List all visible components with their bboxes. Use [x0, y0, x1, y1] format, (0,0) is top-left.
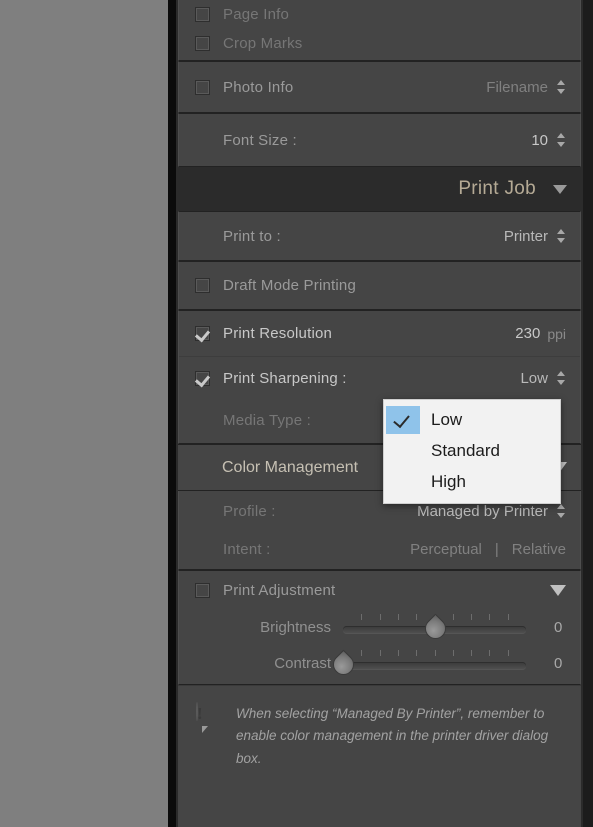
warning-exclamation-icon	[196, 702, 223, 733]
row-font-size[interactable]: Font Size : 10	[179, 114, 580, 166]
profile-value[interactable]: Managed by Printer	[417, 503, 548, 520]
dropdown-option-label: Standard	[431, 440, 500, 460]
contrast-value: 0	[554, 654, 563, 672]
check-placeholder	[386, 437, 420, 465]
crop-marks-label: Crop Marks	[223, 34, 303, 52]
dropdown-option-low[interactable]: Low	[384, 404, 560, 435]
photo-info-group: Photo Info Filename	[178, 61, 581, 113]
draft-mode-group: Draft Mode Printing	[178, 261, 581, 310]
print-job-title: Print Job	[458, 178, 536, 199]
intent-option-perceptual[interactable]: Perceptual	[410, 541, 482, 558]
page-info-checkbox[interactable]	[195, 6, 210, 22]
dropdown-option-high[interactable]: High	[384, 466, 560, 497]
photo-info-checkbox[interactable]	[195, 79, 210, 95]
print-sharpening-checkbox[interactable]	[195, 370, 210, 386]
window-right-edge	[583, 0, 593, 827]
brightness-label: Brightness	[260, 618, 331, 636]
row-intent[interactable]: Intent : Perceptual | Relative	[179, 531, 580, 568]
slider-track[interactable]	[343, 662, 526, 669]
font-size-value[interactable]: 10	[531, 132, 548, 149]
intent-option-relative[interactable]: Relative	[512, 541, 566, 558]
note-line-1: When selecting “Managed By Printer”, rem…	[236, 706, 545, 721]
slider-row-brightness: Brightness 0	[179, 609, 580, 645]
draft-mode-checkbox[interactable]	[195, 278, 210, 293]
contrast-label: Contrast	[274, 654, 331, 672]
intent-separator: |	[494, 541, 499, 558]
brightness-slider[interactable]	[343, 613, 526, 644]
print-sharpening-value[interactable]: Low	[520, 370, 548, 387]
triangle-down-icon[interactable]	[553, 184, 567, 194]
updown-stepper-icon[interactable]	[557, 78, 566, 96]
page-options-group: Page Info Crop Marks	[178, 0, 581, 61]
print-module-screen: Page Info Crop Marks Photo Info Filename…	[0, 0, 593, 827]
row-print-to[interactable]: Print to : Printer	[179, 212, 580, 260]
media-type-label: Media Type :	[223, 411, 312, 429]
updown-stepper-icon[interactable]	[557, 369, 566, 387]
updown-stepper-icon[interactable]	[557, 502, 566, 520]
check-placeholder	[386, 468, 420, 496]
slider-row-contrast: Contrast 0	[179, 645, 580, 681]
slider-ticks	[343, 650, 526, 658]
row-crop-marks[interactable]: Crop Marks	[179, 28, 580, 58]
print-to-value[interactable]: Printer	[504, 228, 548, 245]
check-icon	[386, 405, 420, 434]
font-size-group: Font Size : 10	[178, 113, 581, 167]
dropdown-option-standard[interactable]: Standard	[384, 435, 560, 466]
crop-marks-checkbox[interactable]	[195, 35, 210, 51]
row-page-info[interactable]: Page Info	[179, 0, 580, 28]
brightness-value: 0	[554, 618, 563, 636]
updown-stepper-icon[interactable]	[557, 227, 566, 245]
photo-info-value[interactable]: Filename	[486, 79, 548, 96]
contrast-slider[interactable]	[328, 649, 526, 680]
row-photo-info[interactable]: Photo Info Filename	[179, 62, 580, 112]
dropdown-option-label: Low	[431, 409, 463, 429]
row-print-resolution[interactable]: Print Resolution 230 ppi	[179, 311, 580, 356]
print-sharpening-label: Print Sharpening :	[223, 369, 347, 387]
updown-stepper-icon[interactable]	[557, 131, 566, 149]
row-print-adjustment[interactable]: Print Adjustment	[179, 571, 580, 609]
note-line-2: enable color management in the printer d…	[236, 728, 549, 766]
print-resolution-checkbox[interactable]	[195, 326, 210, 341]
print-resolution-value[interactable]: 230	[515, 325, 540, 342]
print-to-group: Print to : Printer	[178, 211, 581, 261]
panel-filler	[178, 800, 581, 827]
intent-label: Intent :	[223, 541, 271, 558]
photo-info-label: Photo Info	[223, 78, 294, 96]
print-job-section-header[interactable]: Print Job	[176, 167, 583, 211]
print-adjustment-label: Print Adjustment	[223, 581, 336, 599]
print-to-label: Print to :	[223, 227, 281, 245]
note-text: When selecting “Managed By Printer”, rem…	[236, 703, 561, 780]
row-print-sharpening[interactable]: Print Sharpening : Low	[179, 356, 580, 399]
print-adjustment-group: Print Adjustment Brightness 0 Contrast 0	[178, 570, 581, 685]
page-info-label: Page Info	[223, 5, 290, 23]
triangle-down-icon[interactable]	[550, 584, 566, 596]
panel-divider[interactable]	[168, 0, 176, 827]
printer-warning-note: When selecting “Managed By Printer”, rem…	[178, 685, 581, 800]
color-management-title: Color Management	[222, 458, 359, 476]
print-resolution-label: Print Resolution	[223, 325, 333, 342]
dropdown-option-label: High	[431, 471, 466, 491]
print-resolution-unit: ppi	[547, 325, 566, 342]
row-draft-mode[interactable]: Draft Mode Printing	[179, 262, 580, 309]
sharpening-dropdown-menu[interactable]: Low Standard High	[383, 399, 561, 504]
profile-label: Profile :	[223, 502, 276, 520]
font-size-label: Font Size :	[223, 131, 297, 149]
print-adjustment-checkbox[interactable]	[195, 582, 210, 598]
left-work-area	[0, 0, 168, 827]
draft-mode-label: Draft Mode Printing	[223, 277, 357, 294]
